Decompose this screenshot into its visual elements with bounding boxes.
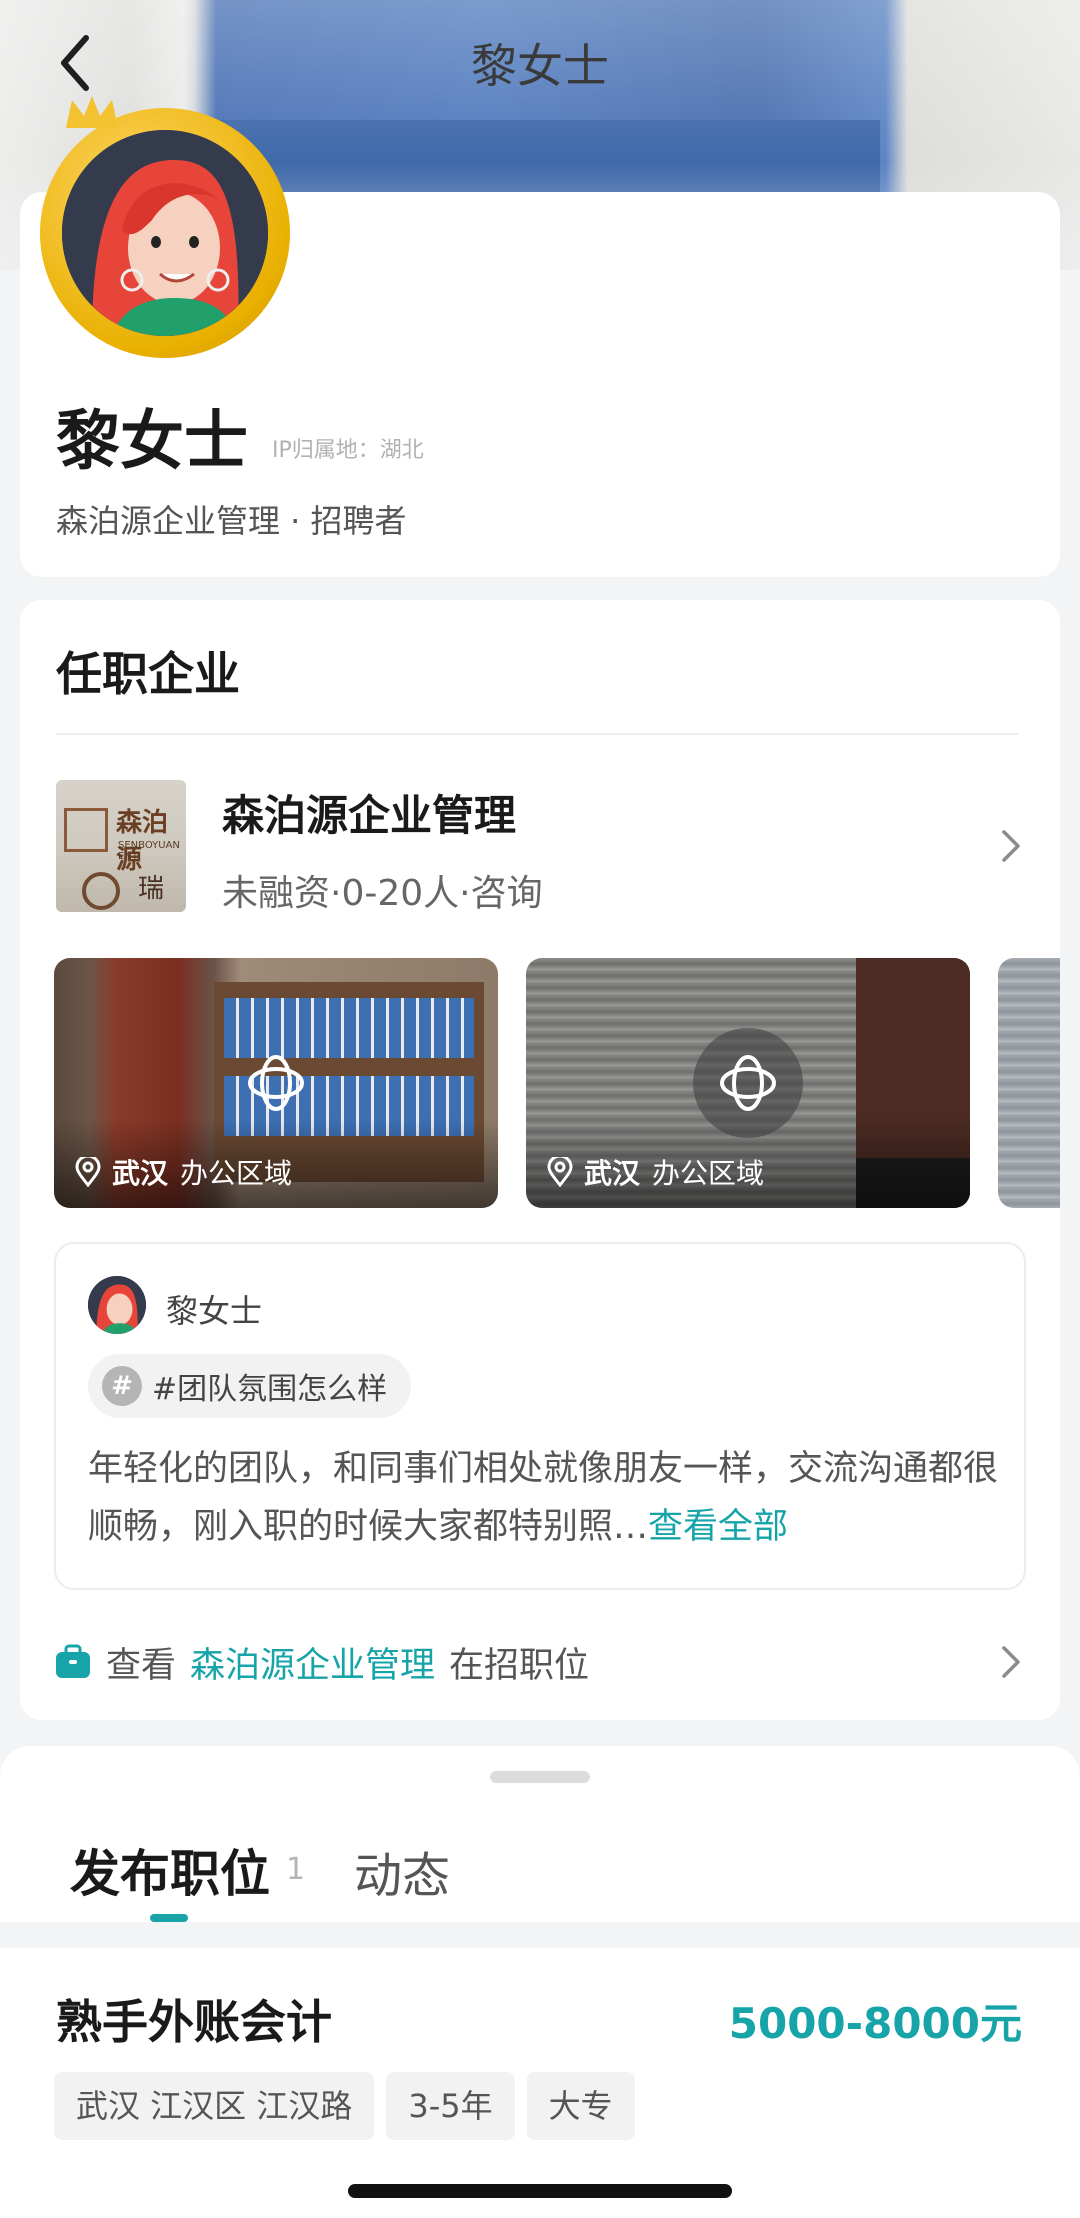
avatar[interactable]: [40, 108, 290, 358]
company-meta: 未融资·0-20人·咨询: [222, 873, 543, 914]
office-photo[interactable]: 武汉 办公区域: [54, 958, 498, 1208]
nav-title: 黎女士: [471, 39, 609, 93]
ip-location: IP归属地：湖北: [272, 438, 424, 463]
photo-area: 办公区域: [652, 1157, 765, 1190]
divider: [56, 733, 1018, 735]
profile-name: 黎女士: [56, 405, 248, 479]
job-tag-education: 大专: [526, 2072, 635, 2140]
logo-mark: [64, 808, 108, 852]
job-tags: 武汉 江汉区 江汉路 3-5年 大专: [54, 2072, 635, 2140]
section-title-company: 任职企业: [56, 647, 240, 701]
review-body: 年轻化的团队，和同事们相处就像朋友一样，交流沟通都很顺畅，刚入职的时候大家都特别…: [88, 1449, 999, 1547]
photo-area: 办公区域: [180, 1157, 293, 1190]
photo-location: 武汉 办公区域: [74, 1152, 292, 1192]
avatar-face-icon: [88, 1276, 146, 1334]
logo-text: 森泊源: [116, 808, 169, 875]
logo-circle: [82, 872, 120, 910]
job-title[interactable]: 熟手外账会计: [56, 1986, 332, 2052]
photo-city: 武汉: [112, 1157, 169, 1190]
jobs-link-company: 森泊源企业管理: [190, 1645, 436, 1686]
chevron-right-icon[interactable]: [1000, 1644, 1022, 1680]
crown-icon: [66, 96, 118, 128]
topic-tag[interactable]: # #团队氛围怎么样: [88, 1354, 412, 1418]
briefcase-icon: [56, 1644, 90, 1678]
avatar-face-icon: [62, 130, 268, 336]
avatar-illustration: [62, 130, 268, 336]
photo-city: 武汉: [584, 1157, 641, 1190]
hashtag-icon: #: [102, 1366, 142, 1406]
location-pin-icon: [547, 1157, 573, 1187]
job-card[interactable]: [20, 1948, 1060, 2174]
office-photo[interactable]: 武汉 办公区域: [526, 958, 970, 1208]
tab-posted-jobs[interactable]: 发布职位: [70, 1834, 270, 1906]
review-author: 黎女士: [166, 1292, 263, 1330]
sheet-divider: [0, 1922, 1080, 1948]
jobs-link-suffix: 在招职位: [449, 1645, 590, 1686]
view-all-link[interactable]: 查看全部: [648, 1507, 788, 1547]
chevron-right-icon[interactable]: [1000, 828, 1022, 864]
location-pin-icon: [75, 1157, 101, 1187]
jobs-link-prefix: 查看: [106, 1645, 177, 1686]
logo-text-2: 瑞云: [138, 874, 165, 912]
office-photo[interactable]: [998, 958, 1060, 1208]
photo-location: 武汉 办公区域: [546, 1152, 764, 1192]
company-name[interactable]: 森泊源企业管理: [222, 782, 516, 843]
review-avatar: [88, 1276, 146, 1334]
logo-subtext: SENBOYUAN ENT: [118, 840, 180, 862]
review-text: 年轻化的团队，和同事们相处就像朋友一样，交流沟通都很顺畅，刚入职的时候大家都特别…: [88, 1440, 1004, 1556]
tab-activity[interactable]: 动态: [354, 1836, 450, 1906]
job-tag-experience: 3-5年: [386, 2072, 515, 2140]
sheet-drag-handle[interactable]: [490, 1771, 590, 1783]
profile-subtitle: 森泊源企业管理 · 招聘者: [56, 502, 407, 540]
home-indicator[interactable]: [348, 2184, 732, 2198]
company-jobs-link[interactable]: 查看 森泊源企业管理 在招职位: [54, 1632, 589, 1692]
posted-jobs-count: 1: [286, 1852, 306, 1887]
panorama-360-icon[interactable]: [693, 1028, 803, 1138]
job-salary: 5000-8000元: [728, 1999, 1022, 2048]
nav-bar: 黎女士: [0, 0, 1080, 120]
company-logo[interactable]: 森泊源 SENBOYUAN ENT 瑞云: [56, 780, 186, 912]
active-tab-indicator: [150, 1914, 188, 1922]
employee-review-card[interactable]: 黎女士 # #团队氛围怎么样 年轻化的团队，和同事们相处就像朋友一样，交流沟通都…: [54, 1242, 1026, 1590]
job-tag-location: 武汉 江汉区 江汉路: [54, 2072, 375, 2140]
topic-tag-label: #团队氛围怎么样: [152, 1372, 388, 1407]
panorama-360-icon[interactable]: [221, 1028, 331, 1138]
